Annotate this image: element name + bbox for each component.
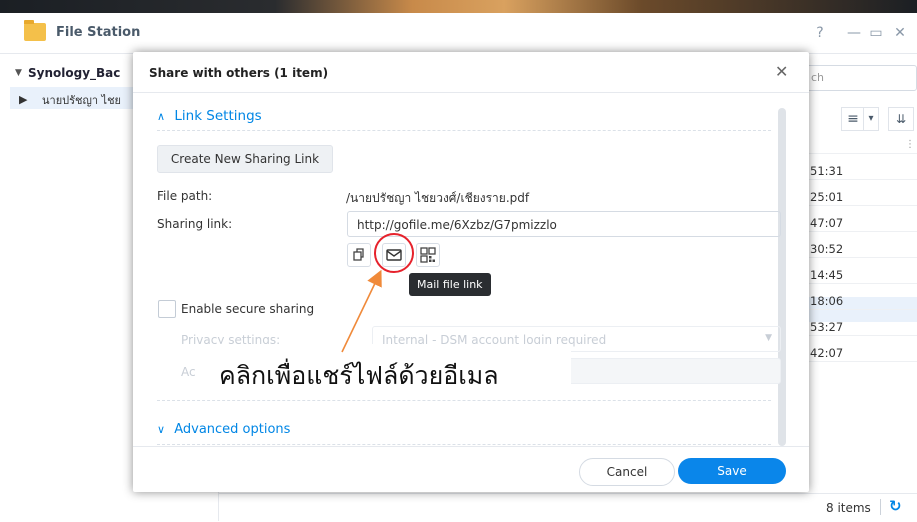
save-button[interactable]: Save bbox=[678, 458, 786, 484]
qr-code-icon[interactable] bbox=[416, 243, 440, 267]
column-menu-icon[interactable]: ⋮ bbox=[905, 139, 915, 150]
dialog-header: Share with others (1 item) ✕ bbox=[133, 52, 809, 93]
section-title: Link Settings bbox=[174, 108, 262, 124]
table-cell-modified[interactable]: 51:31 bbox=[810, 164, 843, 178]
share-dialog: Share with others (1 item) ✕ ∧ Link Sett… bbox=[133, 52, 809, 492]
help-icon[interactable]: ? bbox=[812, 25, 828, 41]
minimize-icon[interactable]: — bbox=[846, 25, 862, 41]
table-cell-modified[interactable]: 14:45 bbox=[810, 268, 843, 282]
sharing-link-field[interactable]: http://gofile.me/6Xzbz/G7pmizzlo bbox=[347, 211, 781, 237]
section-divider bbox=[157, 444, 771, 445]
secure-sharing-label: Enable secure sharing bbox=[181, 302, 315, 316]
table-cell-modified[interactable]: 30:52 bbox=[810, 242, 843, 256]
table-cell-modified[interactable]: 53:27 bbox=[810, 320, 843, 334]
scrollbar[interactable] bbox=[778, 108, 786, 446]
refresh-icon[interactable]: ↻ bbox=[889, 497, 902, 515]
list-view-icon[interactable]: ≡ bbox=[841, 107, 865, 131]
status-divider bbox=[880, 499, 881, 515]
window-titlebar: File Station ? — ▭ ✕ bbox=[0, 13, 917, 54]
section-divider bbox=[157, 130, 771, 131]
sort-icon[interactable]: ⇊ bbox=[888, 107, 914, 131]
file-path-value: /นายปรัชญา ไชยวงศ์/เชียงราย.pdf bbox=[346, 191, 530, 205]
access-label: Ac bbox=[181, 365, 196, 379]
folder-icon bbox=[24, 20, 46, 41]
search-input[interactable]: ch bbox=[802, 65, 917, 91]
close-icon[interactable]: ✕ bbox=[892, 25, 908, 41]
window-title: File Station bbox=[56, 25, 141, 40]
sharing-link-label: Sharing link: bbox=[157, 217, 233, 231]
dropdown-arrow-icon: ▼ bbox=[765, 333, 772, 343]
chevron-up-icon: ∧ bbox=[157, 110, 166, 123]
section-title: Advanced options bbox=[174, 422, 291, 437]
chevron-down-icon: ∨ bbox=[157, 423, 166, 436]
cancel-button[interactable]: Cancel bbox=[579, 458, 675, 486]
annotation-text: คลิกเพื่อแชร์ไฟล์ด้วยอีเมล bbox=[219, 361, 499, 390]
desktop-background-strip bbox=[0, 0, 917, 13]
caret-down-icon[interactable]: ▼ bbox=[15, 68, 22, 78]
file-path-label: File path: bbox=[157, 189, 213, 203]
section-divider bbox=[157, 400, 771, 401]
secure-sharing-checkbox[interactable] bbox=[158, 300, 176, 318]
table-cell-modified[interactable]: 18:06 bbox=[810, 294, 843, 308]
create-sharing-link-button[interactable]: Create New Sharing Link bbox=[157, 145, 333, 173]
table-cell-modified[interactable]: 25:01 bbox=[810, 190, 843, 204]
highlight-circle bbox=[374, 233, 414, 273]
link-settings-header[interactable]: ∧ Link Settings bbox=[157, 108, 262, 124]
tree-root-folder[interactable]: Synology_Bac bbox=[28, 66, 120, 80]
tree-item-label: นายปรัชญา ไชย bbox=[42, 94, 121, 107]
dialog-title: Share with others (1 item) bbox=[149, 66, 329, 80]
copy-icon[interactable] bbox=[347, 243, 371, 267]
table-cell-modified[interactable]: 42:07 bbox=[810, 346, 843, 360]
advanced-options-header[interactable]: ∨ Advanced options bbox=[157, 422, 290, 437]
close-icon[interactable]: ✕ bbox=[775, 62, 788, 81]
caret-right-icon[interactable]: ▶ bbox=[19, 93, 27, 106]
status-bar bbox=[218, 493, 917, 522]
maximize-icon[interactable]: ▭ bbox=[868, 25, 884, 41]
items-count: 8 items bbox=[826, 501, 871, 515]
table-cell-modified[interactable]: 47:07 bbox=[810, 216, 843, 230]
mail-link-tooltip: Mail file link bbox=[409, 273, 491, 296]
view-dropdown-icon[interactable]: ▾ bbox=[863, 107, 879, 131]
